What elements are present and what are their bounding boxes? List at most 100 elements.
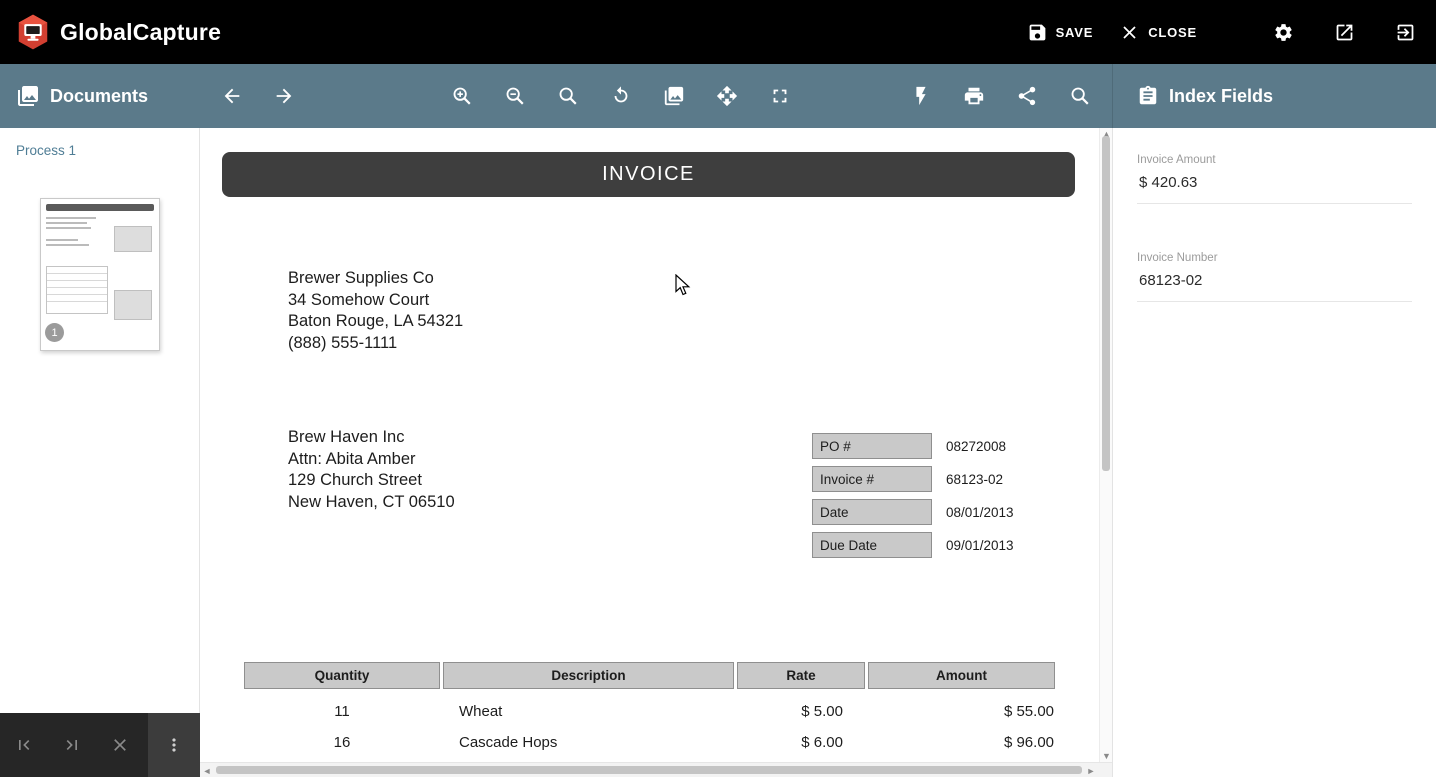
meta-row: Invoice # 68123-02 [812, 466, 1014, 492]
zoom-fit-button[interactable] [548, 76, 588, 116]
pan-button[interactable] [707, 76, 747, 116]
meta-label: Date [812, 499, 932, 525]
save-button[interactable]: SAVE [1027, 22, 1094, 43]
invoice-amount-field[interactable]: $ 420.63 [1137, 166, 1412, 204]
first-page-button[interactable] [0, 713, 48, 777]
zoom-out-icon [504, 85, 526, 107]
scroll-down-arrow[interactable]: ▼ [1100, 750, 1112, 762]
vertical-scroll-thumb[interactable] [1102, 136, 1110, 471]
bill-to-line: New Haven, CT 06510 [288, 492, 455, 514]
meta-value: 68123-02 [946, 472, 1003, 487]
share-button[interactable] [1007, 76, 1047, 116]
documents-icon [16, 84, 40, 108]
column-header: Rate [737, 662, 865, 689]
printer-icon [963, 85, 985, 107]
kebab-menu-icon [164, 735, 184, 755]
process-label[interactable]: Process 1 [0, 128, 199, 158]
meta-row: Due Date 09/01/2013 [812, 532, 1014, 558]
zoom-in-icon [451, 85, 473, 107]
fullscreen-icon [769, 85, 791, 107]
documents-header: Documents [0, 64, 200, 128]
page-navigation-bar [0, 713, 200, 777]
horizontal-scroll-thumb[interactable] [216, 766, 1082, 774]
arrow-back-icon [221, 85, 243, 107]
close-button[interactable]: CLOSE [1119, 22, 1197, 43]
sign-out-icon [1395, 22, 1416, 43]
magnifier-icon [557, 85, 579, 107]
zoom-group [442, 76, 800, 116]
index-fields-header: Index Fields [1112, 64, 1436, 128]
save-label: SAVE [1056, 25, 1094, 40]
bill-to-line: 129 Church Street [288, 470, 455, 492]
toolbar-ribbon: Documents [0, 64, 1436, 128]
app-logo: GlobalCapture [14, 13, 221, 51]
gear-icon [1273, 22, 1294, 43]
rotate-button[interactable] [601, 76, 641, 116]
index-field: Invoice Number 68123-02 [1137, 252, 1412, 302]
horizontal-scrollbar[interactable]: ◄ ► [200, 762, 1112, 777]
vertical-scrollbar[interactable]: ▲ ▼ [1099, 128, 1112, 762]
thumbnail-preview [46, 204, 154, 345]
column-header: Quantity [244, 662, 440, 689]
field-label: Invoice Number [1137, 252, 1412, 264]
cell-rate: $ 6.00 [737, 720, 865, 751]
mouse-cursor [674, 274, 694, 296]
vendor-line: (888) 555-1111 [288, 333, 463, 355]
invoice-number-field[interactable]: 68123-02 [1137, 264, 1412, 302]
pan-icon [716, 85, 738, 107]
meta-value: 08/01/2013 [946, 505, 1014, 520]
viewer-toolbar [200, 64, 1112, 128]
search-icon [1069, 85, 1091, 107]
settings-button[interactable] [1269, 18, 1298, 47]
first-page-icon [14, 735, 34, 755]
fullscreen-button[interactable] [760, 76, 800, 116]
vendor-line: Brewer Supplies Co [288, 268, 463, 290]
cell-description: Cascade Hops [443, 720, 734, 751]
document-viewer: INVOICE Brewer Supplies Co 34 Somehow Co… [200, 128, 1112, 777]
search-button[interactable] [1060, 76, 1100, 116]
meta-label: PO # [812, 433, 932, 459]
invoice-meta-table: PO # 08272008 Invoice # 68123-02 Date 08… [812, 433, 1014, 565]
zoom-in-button[interactable] [442, 76, 482, 116]
open-in-new-icon [1334, 22, 1355, 43]
column-header: Amount [868, 662, 1055, 689]
bill-to-line: Attn: Abita Amber [288, 449, 455, 471]
forward-button[interactable] [264, 76, 304, 116]
table-row: 16 Cascade Hops $ 6.00 $ 96.00 [244, 720, 1056, 751]
open-in-new-button[interactable] [1330, 18, 1359, 47]
top-actions: SAVE CLOSE [1027, 18, 1420, 47]
cell-quantity: 11 [244, 689, 440, 720]
rotate-icon [610, 85, 632, 107]
last-page-button[interactable] [48, 713, 96, 777]
process-button[interactable] [901, 76, 941, 116]
more-options-button[interactable] [148, 713, 200, 777]
scroll-left-arrow[interactable]: ◄ [200, 763, 214, 777]
delete-page-button[interactable] [96, 713, 144, 777]
top-bar: GlobalCapture SAVE CLOSE [0, 0, 1436, 64]
index-fields-title: Index Fields [1169, 86, 1273, 107]
cell-description: Wheat [443, 689, 734, 720]
thumbnails-button[interactable] [654, 76, 694, 116]
meta-label: Invoice # [812, 466, 932, 492]
brand-name: GlobalCapture [60, 19, 221, 46]
vendor-line: Baton Rouge, LA 54321 [288, 311, 463, 333]
app-window: GlobalCapture SAVE CLOSE [0, 0, 1436, 777]
index-fields-panel: Invoice Amount $ 420.63 Invoice Number 6… [1112, 128, 1436, 777]
image-stack-icon [663, 85, 685, 107]
meta-value: 09/01/2013 [946, 538, 1014, 553]
column-header: Description [443, 662, 734, 689]
meta-row: Date 08/01/2013 [812, 499, 1014, 525]
sign-out-button[interactable] [1391, 18, 1420, 47]
share-icon [1016, 85, 1038, 107]
line-items-header: Quantity Description Rate Amount [244, 662, 1056, 689]
bill-to-block: Brew Haven Inc Attn: Abita Amber 129 Chu… [288, 427, 455, 513]
save-icon [1027, 22, 1048, 43]
page-thumbnail[interactable]: 1 [40, 198, 160, 351]
main-body: Process 1 1 [0, 128, 1436, 777]
arrow-forward-icon [273, 85, 295, 107]
back-button[interactable] [212, 76, 252, 116]
bill-to-line: Brew Haven Inc [288, 427, 455, 449]
scroll-right-arrow[interactable]: ► [1084, 763, 1098, 777]
zoom-out-button[interactable] [495, 76, 535, 116]
print-button[interactable] [954, 76, 994, 116]
